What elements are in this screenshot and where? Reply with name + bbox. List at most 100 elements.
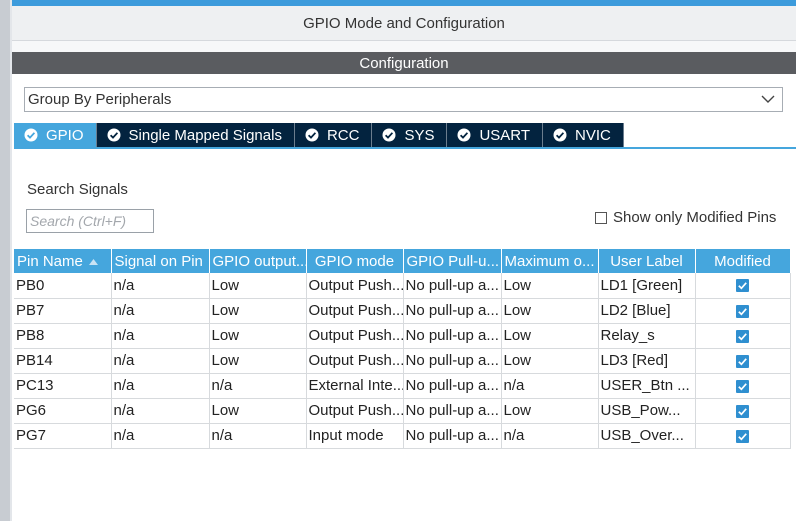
gpio-mode-cell[interactable]: External Inte... — [306, 373, 404, 399]
gpio-output-cell[interactable]: n/a — [209, 423, 307, 449]
modified-pins-checkbox[interactable] — [595, 211, 607, 224]
pin-name-cell[interactable]: PG6 — [14, 398, 112, 424]
signal-cell[interactable]: n/a — [111, 423, 210, 449]
table-row[interactable]: PB7 n/a Low Output Push... No pull-up a... Lo… — [14, 298, 791, 324]
table-body: PB0 n/a Low Output Push... No pull-up a... Lo… — [14, 273, 791, 449]
pin-name-cell[interactable]: PG7 — [14, 423, 112, 449]
tab-single-mapped-signals[interactable]: Single Mapped Signals — [96, 123, 295, 147]
signal-cell[interactable]: n/a — [111, 398, 210, 424]
modified-pins-filter[interactable]: Show only Modified Pins — [595, 209, 776, 226]
gpio-mode-cell[interactable]: Output Push... — [306, 273, 404, 299]
gpio-pull-cell[interactable]: No pull-up a... — [403, 373, 502, 399]
signal-cell[interactable]: n/a — [111, 373, 210, 399]
column-header-gpio-mode[interactable]: GPIO mode — [306, 249, 404, 273]
table-row[interactable]: PB14 n/a Low Output Push... No pull-up a... L… — [14, 348, 791, 374]
table-row[interactable]: PG7 n/a n/a Input mode No pull-up a... n/a USB… — [14, 423, 791, 449]
tab-sys[interactable]: SYS — [372, 123, 448, 147]
signal-cell[interactable]: n/a — [111, 323, 210, 349]
tab-nvic[interactable]: NVIC — [543, 123, 624, 147]
sort-arrow-icon[interactable] — [88, 258, 98, 265]
table-row[interactable]: PB0 n/a Low Output Push... No pull-up a... Lo… — [14, 273, 791, 299]
pin-name-cell[interactable]: PB8 — [14, 323, 112, 349]
user-label-cell[interactable]: Relay_s — [598, 323, 696, 349]
checkbox-checked-icon[interactable] — [736, 329, 749, 343]
gpio-pull-cell[interactable]: No pull-up a... — [403, 273, 502, 299]
user-label-cell[interactable]: USB_Over... — [598, 423, 696, 449]
gpio-pull-cell[interactable]: No pull-up a... — [403, 398, 502, 424]
modified-pins-label: Show only Modified Pins — [613, 209, 777, 226]
max-speed-cell[interactable]: Low — [501, 348, 599, 374]
table-row[interactable]: PG6 n/a Low Output Push... No pull-up a... Lo… — [14, 398, 791, 424]
pin-name-cell[interactable]: PB14 — [14, 348, 112, 374]
group-by-select[interactable]: Group By Peripherals — [24, 87, 783, 112]
pin-name-cell[interactable]: PB7 — [14, 298, 112, 324]
gpio-mode-cell[interactable]: Output Push... — [306, 398, 404, 424]
modified-cell[interactable] — [695, 423, 791, 449]
tab-usart[interactable]: USART — [447, 123, 544, 147]
section-spacer — [12, 41, 796, 52]
max-speed-cell[interactable]: Low — [501, 298, 599, 324]
user-label-cell[interactable]: LD1 [Green] — [598, 273, 696, 299]
peripheral-tabs: GPIO Single Mapped Signals RCC SYS USART NVIC — [14, 123, 624, 147]
signal-cell[interactable]: n/a — [111, 273, 210, 299]
gpio-pull-cell[interactable]: No pull-up a... — [403, 323, 502, 349]
gpio-output-cell[interactable]: n/a — [209, 373, 307, 399]
checkbox-checked-icon[interactable] — [736, 304, 749, 318]
gpio-mode-cell[interactable]: Output Push... — [306, 298, 404, 324]
max-speed-cell[interactable]: Low — [501, 273, 599, 299]
tab-label: Single Mapped Signals — [128, 126, 282, 144]
signal-cell[interactable]: n/a — [111, 298, 210, 324]
column-header-signal[interactable]: Signal on Pin — [111, 249, 210, 273]
signal-cell[interactable]: n/a — [111, 348, 210, 374]
column-header-modified[interactable]: Modified — [695, 249, 791, 273]
gpio-output-cell[interactable]: Low — [209, 273, 307, 299]
search-input[interactable] — [26, 209, 154, 233]
gpio-output-cell[interactable]: Low — [209, 398, 307, 424]
gpio-mode-cell[interactable]: Output Push... — [306, 323, 404, 349]
pin-name-cell[interactable]: PC13 — [14, 373, 112, 399]
chevron-down-icon[interactable] — [760, 93, 776, 105]
column-header-pin-name[interactable]: Pin Name — [14, 249, 112, 273]
gpio-mode-cell[interactable]: Input mode — [306, 423, 404, 449]
gpio-output-cell[interactable]: Low — [209, 348, 307, 374]
max-speed-cell[interactable]: n/a — [501, 373, 599, 399]
checkbox-checked-icon[interactable] — [736, 279, 749, 293]
user-label-cell[interactable]: USB_Pow... — [598, 398, 696, 424]
column-header-gpio-output[interactable]: GPIO output... — [209, 249, 307, 273]
tab-label: NVIC — [575, 126, 611, 144]
gpio-pull-cell[interactable]: No pull-up a... — [403, 423, 502, 449]
check-circle-icon — [305, 128, 319, 142]
user-label-cell[interactable]: LD2 [Blue] — [598, 298, 696, 324]
modified-cell[interactable] — [695, 398, 791, 424]
gpio-mode-cell[interactable]: Output Push... — [306, 348, 404, 374]
modified-cell[interactable] — [695, 273, 791, 299]
max-speed-cell[interactable]: Low — [501, 398, 599, 424]
column-header-user-label[interactable]: User Label — [598, 249, 696, 273]
gpio-output-cell[interactable]: Low — [209, 323, 307, 349]
check-circle-icon — [24, 128, 38, 142]
table-row[interactable]: PC13 n/a n/a External Inte... No pull-up a..… — [14, 373, 791, 399]
tab-gpio[interactable]: GPIO — [14, 123, 97, 147]
checkbox-checked-icon[interactable] — [736, 379, 749, 393]
tab-rcc[interactable]: RCC — [294, 123, 373, 147]
gpio-pull-cell[interactable]: No pull-up a... — [403, 348, 502, 374]
max-speed-cell[interactable]: n/a — [501, 423, 599, 449]
modified-cell[interactable] — [695, 348, 791, 374]
modified-cell[interactable] — [695, 323, 791, 349]
max-speed-cell[interactable]: Low — [501, 323, 599, 349]
checkbox-checked-icon[interactable] — [736, 354, 749, 368]
pin-name-cell[interactable]: PB0 — [14, 273, 112, 299]
user-label-cell[interactable]: LD3 [Red] — [598, 348, 696, 374]
gpio-pull-cell[interactable]: No pull-up a... — [403, 298, 502, 324]
configuration-header-text: Configuration — [359, 54, 449, 72]
table-row[interactable]: PB8 n/a Low Output Push... No pull-up a... Lo… — [14, 323, 791, 349]
modified-cell[interactable] — [695, 373, 791, 399]
gpio-output-cell[interactable]: Low — [209, 298, 307, 324]
modified-cell[interactable] — [695, 298, 791, 324]
column-header-gpio-pull[interactable]: GPIO Pull-u... — [403, 249, 502, 273]
checkbox-checked-icon[interactable] — [736, 404, 749, 418]
pin-configuration-table: Pin Name Signal on Pin GPIO output... GP… — [14, 249, 791, 449]
column-header-max-speed[interactable]: Maximum o... — [501, 249, 599, 273]
checkbox-checked-icon[interactable] — [736, 429, 749, 443]
user-label-cell[interactable]: USER_Btn ... — [598, 373, 696, 399]
